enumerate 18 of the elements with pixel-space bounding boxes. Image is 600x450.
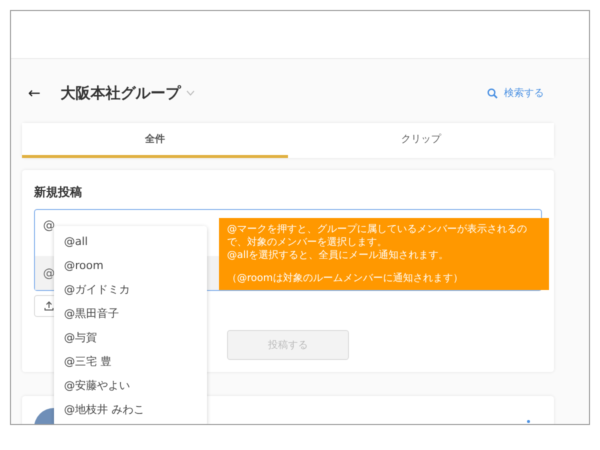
search-icon xyxy=(487,88,498,98)
mention-option[interactable]: @all xyxy=(54,230,207,254)
mention-option[interactable]: @地枝井 みわこ xyxy=(54,398,207,422)
mention-option[interactable]: @三宅 豊 xyxy=(54,350,207,374)
tooltip-text: @マークを押すと、グループに属しているメンバーが表示されるので、対象のメンバーを選択します。 xyxy=(227,223,528,249)
tooltip-text: （@roomは対象のルームメンバーに通知されます） xyxy=(227,272,464,285)
tab[interactable]: 全件 xyxy=(22,123,288,158)
section-heading: 新規投稿 xyxy=(34,184,83,201)
more-icon[interactable] xyxy=(527,420,530,423)
tab[interactable]: クリップ xyxy=(288,123,554,158)
group-title: 大阪本社グループ xyxy=(60,84,181,102)
mention-option[interactable]: @room xyxy=(54,254,207,278)
chevron-down-icon[interactable] xyxy=(186,90,195,96)
back-button[interactable]: ← xyxy=(28,84,41,102)
mention-option[interactable]: @与賀 xyxy=(54,326,207,350)
mention-option[interactable]: @安藤やよい xyxy=(54,374,207,398)
mention-option[interactable]: @黒田音子 xyxy=(54,302,207,326)
upload-icon xyxy=(44,301,54,311)
